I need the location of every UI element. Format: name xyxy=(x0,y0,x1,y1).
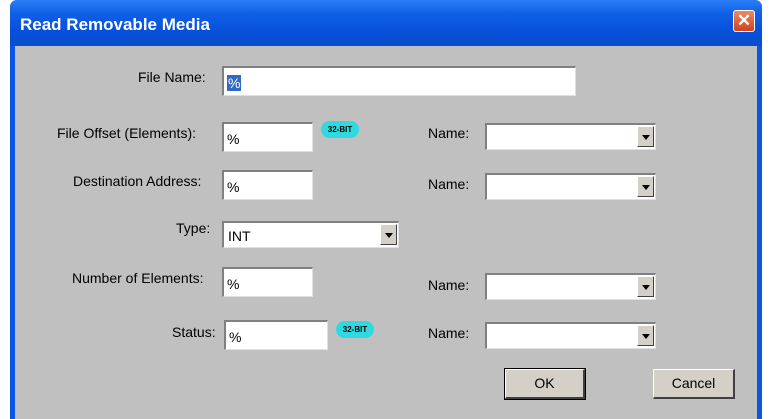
file-name-value: % xyxy=(227,75,242,91)
type-value: INT xyxy=(228,228,251,244)
status-name-label: Name: xyxy=(428,325,470,341)
chevron-down-icon[interactable] xyxy=(637,325,654,346)
chevron-down-icon[interactable] xyxy=(637,126,654,147)
destination-name-label: Name: xyxy=(428,176,470,192)
status-value: % xyxy=(229,329,242,345)
number-of-elements-name-select[interactable] xyxy=(485,273,656,300)
file-name-input[interactable]: % xyxy=(222,66,576,96)
file-name-label: File Name: xyxy=(138,69,206,85)
destination-name-select[interactable] xyxy=(485,173,656,200)
destination-address-value: % xyxy=(227,179,240,195)
file-offset-value: % xyxy=(227,131,240,147)
file-offset-32bit-badge: 32-BIT xyxy=(321,121,359,138)
number-of-elements-name-label: Name: xyxy=(428,277,470,293)
chevron-down-icon[interactable] xyxy=(637,276,654,297)
dialog-body: File Name: % File Offset (Elements): % 3… xyxy=(15,46,757,419)
status-input[interactable]: % xyxy=(224,320,328,350)
file-offset-name-select[interactable] xyxy=(485,123,656,150)
type-select[interactable]: INT xyxy=(222,221,399,248)
status-32bit-badge: 32-BIT xyxy=(336,321,374,338)
file-offset-name-label: Name: xyxy=(428,125,470,141)
window-title: Read Removable Media xyxy=(20,15,210,34)
close-button[interactable]: ✕ xyxy=(733,10,755,32)
destination-address-input[interactable]: % xyxy=(222,170,313,200)
number-of-elements-label: Number of Elements: xyxy=(72,270,204,286)
number-of-elements-value: % xyxy=(227,276,240,292)
number-of-elements-input[interactable]: % xyxy=(222,267,313,297)
chevron-down-icon[interactable] xyxy=(637,176,654,197)
close-icon: ✕ xyxy=(736,11,752,30)
status-name-select[interactable] xyxy=(485,322,656,349)
destination-address-label: Destination Address: xyxy=(73,173,202,189)
cancel-button[interactable]: Cancel xyxy=(653,369,735,399)
type-label: Type: xyxy=(176,220,211,236)
file-offset-input[interactable]: % xyxy=(222,122,313,152)
file-offset-label: File Offset (Elements): xyxy=(57,125,197,141)
chevron-down-icon[interactable] xyxy=(380,224,397,245)
ok-button[interactable]: OK xyxy=(504,368,586,400)
title-bar[interactable]: Read Removable Media ✕ xyxy=(10,0,762,46)
dialog: Read Removable Media ✕ File Name: % File… xyxy=(10,0,762,419)
status-label: Status: xyxy=(172,324,216,340)
